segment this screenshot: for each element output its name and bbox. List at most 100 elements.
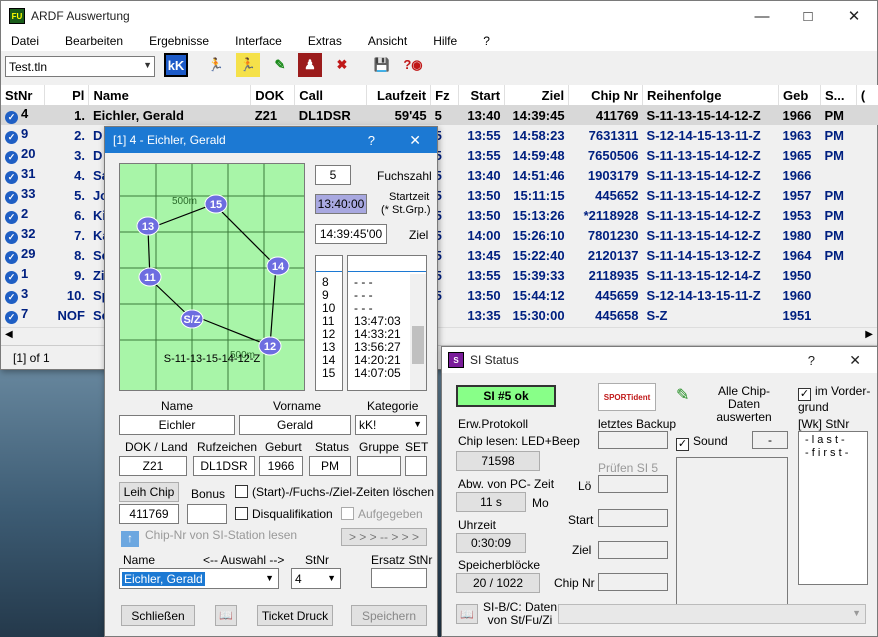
- sound-checkbox[interactable]: ✓ Sound: [676, 434, 728, 451]
- control-number-list[interactable]: 8 9 10 11 12 13 14 15: [315, 255, 343, 391]
- stnr-select[interactable]: 4 ▼: [291, 568, 341, 589]
- col-geb[interactable]: Geb: [778, 85, 821, 105]
- abw-value-button[interactable]: 11 s: [456, 492, 526, 512]
- vorname-field[interactable]: Gerald: [239, 415, 351, 435]
- print-icon[interactable]: 📖: [215, 605, 237, 626]
- checkbox-icon: ✓: [676, 438, 689, 451]
- col-start[interactable]: Start: [458, 85, 506, 105]
- ticket-icon[interactable]: ✖: [330, 53, 354, 77]
- table-cell: 1966: [778, 105, 821, 125]
- sound-field[interactable]: -: [752, 431, 788, 449]
- uhrzeit-button[interactable]: 0:30:09: [456, 533, 526, 553]
- time-list-scrollbar[interactable]: [410, 274, 426, 390]
- maximize-button[interactable]: □: [785, 1, 831, 31]
- col-more[interactable]: (: [856, 85, 878, 105]
- col-call[interactable]: Call: [294, 85, 368, 105]
- table-cell: 3.: [74, 147, 85, 163]
- close-button[interactable]: ✕: [831, 1, 877, 31]
- menu-extras[interactable]: Extras: [298, 34, 352, 48]
- abw-label: Abw. von PC- Zeit: [458, 477, 555, 491]
- menu-interface[interactable]: Interface: [225, 34, 292, 48]
- wk-item-last[interactable]: - l a s t -: [805, 434, 867, 447]
- set-field[interactable]: [405, 456, 427, 476]
- menu-hilfe[interactable]: Hilfe: [423, 34, 467, 48]
- lo-field[interactable]: [598, 475, 668, 493]
- name-field[interactable]: Eichler: [119, 415, 235, 435]
- disq-label: Disqualifikation: [252, 507, 333, 521]
- search-question-icon[interactable]: ?◉: [401, 53, 425, 77]
- table-cell: [856, 305, 878, 325]
- runner-yellow-icon[interactable]: 🏃: [236, 53, 260, 77]
- control-time-list[interactable]: - - -- - -- - -13:47:03 14:33:21 13:56:27 1…: [347, 255, 427, 391]
- fuchszahl-field[interactable]: 5: [315, 165, 351, 185]
- geb-field[interactable]: 1966: [259, 456, 303, 476]
- chip-count-button[interactable]: 71598: [456, 451, 540, 471]
- dok-field[interactable]: Z21: [119, 456, 187, 476]
- name-select[interactable]: Eichler, Gerald ▼: [119, 568, 279, 589]
- gruppe-field[interactable]: [357, 456, 401, 476]
- disqualification-checkbox[interactable]: Disqualifikation: [235, 507, 333, 521]
- wk-item-first[interactable]: - f i r s t -: [805, 447, 867, 460]
- vordergrund-checkbox[interactable]: ✓ im Vorder-grund: [798, 385, 872, 414]
- sib-select[interactable]: ▼: [558, 604, 866, 624]
- col-s[interactable]: S...: [820, 85, 857, 105]
- table-row[interactable]: ✓ 4 1. Eichler, Gerald Z21 DL1DSR 59'45 5 13:40 1…: [1, 105, 878, 125]
- startzeit-field[interactable]: 13:40:00: [315, 194, 367, 214]
- clear-times-checkbox[interactable]: (Start)-/Fuchs-/Ziel-Zeiten löschen: [235, 485, 434, 499]
- transfer-button[interactable]: > > > -- > > >: [341, 528, 427, 546]
- col-name[interactable]: Name: [88, 85, 252, 105]
- col-stnr[interactable]: StNr: [1, 85, 46, 105]
- menu-ergebnisse[interactable]: Ergebnisse: [139, 34, 219, 48]
- col-pl[interactable]: Pl: [44, 85, 90, 105]
- pencil-icon[interactable]: ✎: [268, 53, 292, 77]
- schliessen-button[interactable]: Schließen: [121, 605, 195, 626]
- chip-read-row[interactable]: ↑ Chip-Nr von SI-Station lesen: [121, 528, 297, 547]
- ticket-print-button[interactable]: Ticket Druck: [257, 605, 333, 626]
- col-ziel[interactable]: Ziel: [504, 85, 570, 105]
- file-select[interactable]: Test.tln ▼: [5, 56, 155, 77]
- start-field[interactable]: [598, 509, 668, 527]
- col-reihenfolge[interactable]: Reihenfolge: [642, 85, 779, 105]
- chevron-down-icon: ▼: [143, 60, 152, 70]
- speicher-button[interactable]: 20 / 1022: [456, 573, 540, 593]
- si-close-button[interactable]: ✕: [849, 352, 861, 369]
- table-cell: [820, 265, 856, 285]
- menu-bearbeiten[interactable]: Bearbeiten: [55, 34, 133, 48]
- kk-category-icon[interactable]: kK: [164, 53, 188, 77]
- table-header: StNr Pl Name DOK Call Laufzeit Fz Start …: [1, 85, 878, 105]
- minimize-button[interactable]: —: [739, 1, 785, 31]
- col-laufzeit[interactable]: Laufzeit: [366, 85, 432, 105]
- si-print-icon[interactable]: 📖: [456, 604, 478, 624]
- ziel-field[interactable]: [598, 541, 668, 559]
- bonus-field[interactable]: [187, 504, 227, 524]
- ziel-field[interactable]: 14:39:45'00: [315, 224, 387, 244]
- scroll-left-icon[interactable]: ◀: [5, 329, 13, 340]
- ersatz-field[interactable]: [371, 568, 427, 588]
- scroll-right-icon[interactable]: ▶: [865, 329, 873, 340]
- col-chip[interactable]: Chip Nr: [568, 85, 644, 105]
- chip-field[interactable]: 411769: [119, 504, 179, 524]
- sportident-logo[interactable]: SPORTident: [598, 383, 656, 411]
- aufgegeben-checkbox[interactable]: Aufgegeben: [341, 507, 423, 521]
- group-icon[interactable]: ♟: [298, 53, 322, 77]
- list-item[interactable]: 15: [322, 367, 342, 380]
- chipnr-field[interactable]: [598, 573, 668, 591]
- analyze-icon[interactable]: ✎: [676, 385, 689, 405]
- backup-field[interactable]: [598, 431, 668, 449]
- kategorie-select[interactable]: kK! ▼: [355, 415, 427, 435]
- wk-list[interactable]: - l a s t - - f i r s t -: [798, 431, 868, 585]
- speichern-button[interactable]: Speichern: [351, 605, 427, 626]
- menu-ansicht[interactable]: Ansicht: [358, 34, 417, 48]
- call-field[interactable]: DL1DSR: [193, 456, 255, 476]
- help-button[interactable]: ?: [368, 133, 375, 148]
- runner-icon[interactable]: 🏃: [204, 53, 228, 77]
- close-button[interactable]: ✕: [409, 132, 421, 149]
- col-fz[interactable]: Fz: [430, 85, 460, 105]
- status-field[interactable]: PM: [309, 456, 351, 476]
- leih-chip-button[interactable]: Leih Chip: [119, 482, 179, 502]
- menu-datei[interactable]: Datei: [1, 34, 49, 48]
- col-dok[interactable]: DOK: [250, 85, 296, 105]
- si-help-button[interactable]: ?: [808, 353, 815, 368]
- save-icon[interactable]: 💾: [370, 53, 394, 77]
- menu-help-question[interactable]: ?: [473, 34, 500, 48]
